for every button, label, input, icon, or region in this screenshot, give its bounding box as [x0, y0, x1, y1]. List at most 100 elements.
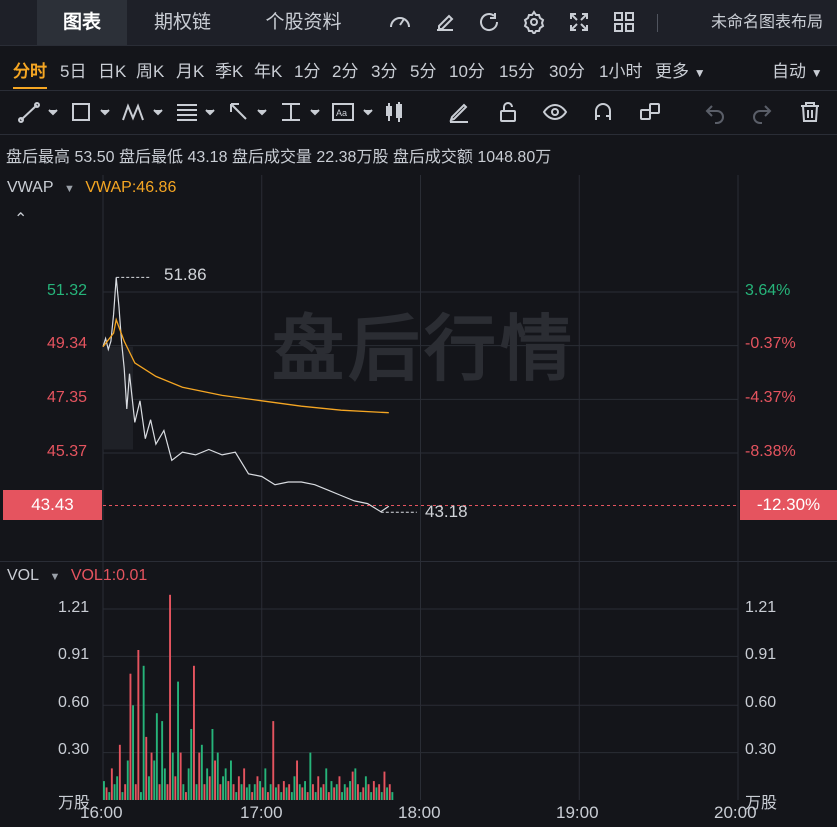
volume-bar: [357, 784, 359, 800]
volume-bar: [351, 771, 354, 800]
vol-y-right-tick: 1.21: [745, 599, 777, 616]
y-left-tick: 47.35: [47, 389, 88, 406]
volume-bar: [391, 792, 394, 800]
chevron-down-icon[interactable]: ▼: [49, 571, 60, 583]
y-right-tick: 3.64%: [745, 282, 791, 299]
panel-divider[interactable]: [0, 561, 837, 562]
volume-bar: [235, 792, 238, 800]
y-right-tick: -0.37%: [745, 335, 796, 352]
chart-canvas[interactable]: [0, 0, 837, 827]
volume-bar: [370, 792, 373, 800]
volume-bar: [208, 776, 211, 800]
volume-bar: [343, 784, 346, 800]
volume-bar: [222, 776, 224, 800]
x-tick: 16:00: [80, 803, 123, 822]
volume-bar: [187, 768, 190, 800]
volume-bar: [169, 594, 171, 800]
volume-bar: [378, 784, 381, 800]
x-tick: 19:00: [556, 803, 599, 822]
volume-bar: [359, 792, 362, 800]
volume-bar: [148, 776, 150, 800]
volume-bar: [124, 784, 127, 800]
vol-y-right-tick: 0.91: [745, 646, 777, 663]
volume-bar: [346, 787, 349, 800]
indicator-name[interactable]: VWAP: [7, 179, 54, 196]
volume-bar: [103, 781, 105, 800]
current-price-label: 43.43: [3, 490, 102, 520]
volume-bar: [203, 784, 206, 800]
volume-bar: [110, 768, 113, 800]
volume-bar: [341, 792, 343, 800]
volume-bar: [383, 771, 386, 800]
volume-bar: [277, 784, 280, 800]
min-price-label: 43.18: [425, 502, 468, 521]
volume-bar: [243, 768, 246, 800]
volume-bar: [388, 784, 391, 800]
volume-bar: [179, 752, 182, 800]
volume-bar: [275, 787, 277, 800]
volume-bar: [267, 792, 269, 800]
vol-y-right-tick: 0.30: [745, 741, 777, 758]
volume-bar: [230, 760, 232, 800]
volume-bar: [364, 776, 367, 800]
volume-bar: [320, 787, 322, 800]
volume-bar: [354, 768, 357, 800]
volume-bar: [237, 776, 240, 800]
volume-bar: [261, 787, 264, 800]
volume-bar: [182, 784, 185, 800]
volume-bar: [314, 792, 317, 800]
volume-bar: [245, 787, 248, 800]
volume-bar: [206, 768, 209, 800]
volume-bar: [140, 792, 142, 800]
vol-y-right-tick: 0.60: [745, 694, 777, 711]
volume-bar: [282, 781, 285, 800]
volume-bar: [158, 784, 161, 800]
volume-indicator-name[interactable]: VOL: [7, 567, 39, 584]
volume-bar: [362, 787, 365, 800]
volume-bar: [161, 721, 164, 800]
volume-bar: [330, 781, 333, 800]
volume-bar: [349, 781, 351, 800]
watermark: 盘后行情: [272, 310, 577, 390]
indicator-value: VWAP:46.86: [85, 179, 177, 196]
volume-bar: [338, 776, 341, 800]
volume-bar: [137, 650, 140, 800]
volume-bar: [185, 792, 187, 800]
y-left-tick: 51.32: [47, 282, 88, 299]
volume-bar: [174, 776, 177, 800]
x-tick: 18:00: [398, 803, 441, 822]
volume-bar: [198, 752, 201, 800]
price-indicator-header: VWAP ▼ VWAP:46.86: [7, 179, 176, 197]
collapse-icon[interactable]: ⌃: [14, 209, 27, 229]
volume-bar: [298, 784, 301, 800]
volume-bar: [129, 673, 132, 800]
vol-y-left-tick: 1.21: [58, 599, 90, 616]
volume-bar: [232, 784, 235, 800]
volume-bar: [145, 736, 148, 800]
volume-bar: [211, 729, 214, 800]
volume-bar: [113, 784, 116, 800]
volume-bar: [150, 752, 153, 800]
chevron-down-icon[interactable]: ▼: [64, 183, 75, 195]
volume-bar: [132, 705, 134, 800]
x-tick: 17:00: [240, 803, 283, 822]
volume-bar: [224, 768, 227, 800]
volume-bar: [193, 665, 195, 800]
vol-y-left-tick: 0.30: [58, 741, 90, 758]
volume-bar: [272, 721, 275, 800]
volume-bar: [327, 792, 330, 800]
volume-bar: [335, 784, 338, 800]
volume-bar: [293, 776, 296, 800]
volume-bar: [380, 792, 383, 800]
volume-bar: [290, 792, 293, 800]
volume-bar: [269, 784, 272, 800]
volume-indicator-header: VOL ▼ VOL1:0.01: [7, 567, 147, 585]
volume-bar: [325, 768, 328, 800]
volume-bar: [317, 776, 320, 800]
volume-bar: [259, 781, 261, 800]
volume-bar: [264, 768, 267, 800]
volume-bar: [372, 781, 375, 800]
volume-bar: [219, 784, 222, 800]
volume-bar: [296, 760, 298, 800]
current-change-label: -12.30%: [740, 490, 837, 520]
